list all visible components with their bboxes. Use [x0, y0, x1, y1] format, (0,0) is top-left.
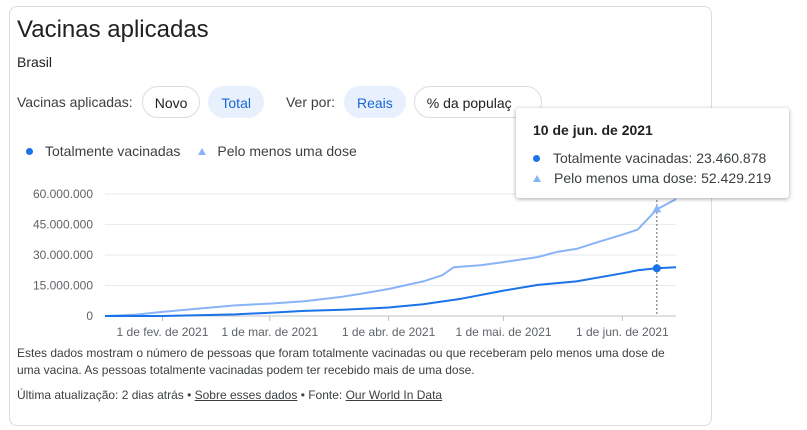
tooltip-date: 10 de jun. de 2021: [533, 122, 653, 138]
footer: Última atualização: 2 dias atrás • Sobre…: [17, 388, 442, 402]
data-note: Estes dados mostram o número de pessoas …: [17, 346, 665, 377]
x-tick-label: 1 de abr. de 2021: [342, 325, 436, 339]
y-tick-label: 30.000.000: [33, 248, 93, 262]
chart-tooltip: 10 de jun. de 2021 Totalmente vacinadas:…: [516, 108, 789, 198]
tooltip-full-text: Totalmente vacinadas: 23.460.878: [553, 150, 767, 166]
source-link[interactable]: Our World In Data: [346, 388, 442, 402]
source-label: • Fonte:: [297, 388, 346, 402]
tooltip-row-one-dose: Pelo menos uma dose: 52.429.219: [533, 170, 771, 186]
about-data-link[interactable]: Sobre esses dados: [195, 388, 298, 402]
footer-separator: •: [183, 388, 195, 402]
highlight-point-full[interactable]: [652, 264, 661, 273]
tooltip-row-full: Totalmente vacinadas: 23.460.878: [533, 150, 766, 166]
y-tick-label: 15.000.000: [33, 279, 93, 293]
last-updated: Última atualização: 2 dias atrás: [17, 388, 184, 402]
tooltip-one-text: Pelo menos uma dose: 52.429.219: [554, 170, 772, 186]
dot-icon: [533, 154, 540, 162]
triangle-icon: [533, 174, 541, 182]
y-tick-label: 60.000.000: [33, 187, 93, 201]
x-tick-label: 1 de jun. de 2021: [576, 325, 669, 339]
y-tick-label: 45.000.000: [33, 218, 93, 232]
x-tick-label: 1 de mai. de 2021: [456, 325, 552, 339]
y-tick-label: 0: [86, 309, 93, 323]
series-line-one_dose[interactable]: [104, 198, 677, 317]
x-tick-label: 1 de mar. de 2021: [221, 325, 318, 339]
x-tick-label: 1 de fev. de 2021: [117, 325, 209, 339]
